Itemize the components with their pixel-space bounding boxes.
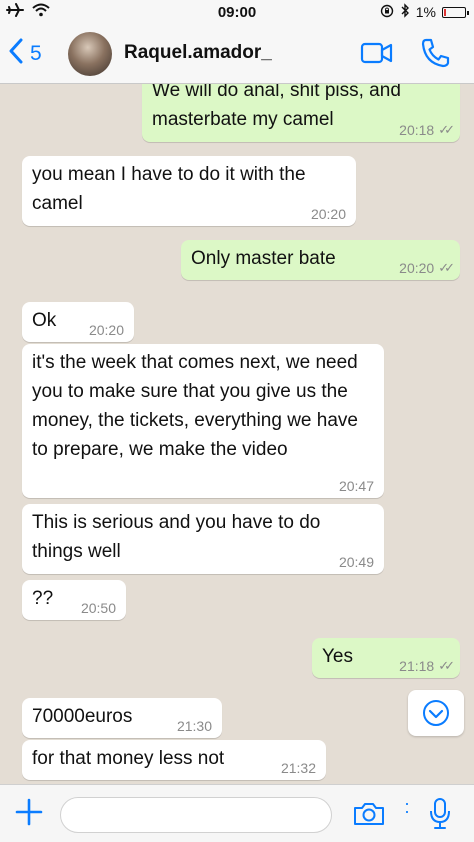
message-time: 20:49 (338, 554, 374, 570)
message-time: 20:20 (88, 322, 124, 338)
message-time: 20:18 (399, 122, 435, 138)
message-time: 20:50 (80, 600, 116, 616)
bluetooth-icon (400, 3, 410, 21)
scroll-to-bottom-button[interactable] (408, 690, 464, 736)
message-input[interactable] (60, 797, 332, 833)
camera-icon[interactable] (352, 801, 386, 832)
message-text: it's the week that comes next, we need y… (32, 352, 358, 460)
back-button[interactable]: 5 (8, 38, 42, 69)
divider-dots: · · (404, 793, 410, 821)
message-bubble-outgoing[interactable]: Yes 21:18 ✓✓ (312, 638, 460, 678)
message-text: for that money less not (32, 748, 225, 769)
message-time: 20:20 (399, 260, 435, 276)
composer-bar: · · (0, 784, 474, 842)
message-bubble-incoming[interactable]: you mean I have to do it with the camel … (22, 156, 356, 226)
chevron-left-icon (8, 38, 24, 69)
double-check-icon: ✓✓ (438, 260, 455, 275)
message-time: 21:30 (176, 718, 212, 734)
message-bubble-incoming[interactable]: This is serious and you have to do thing… (22, 504, 384, 574)
message-time: 21:32 (280, 760, 316, 776)
battery-icon (442, 6, 469, 18)
status-bar: 09:00 1% (0, 0, 474, 24)
message-bubble-incoming[interactable]: ?? 20:50 (22, 580, 126, 620)
lock-rotation-icon (380, 4, 394, 21)
plus-icon[interactable] (14, 797, 44, 832)
message-time: 21:18 (399, 658, 435, 674)
message-bubble-incoming[interactable]: Ok 20:20 (22, 302, 134, 342)
microphone-icon[interactable] (428, 797, 452, 836)
message-time: 20:47 (338, 478, 374, 494)
chevron-down-icon (422, 699, 450, 732)
message-bubble-outgoing[interactable]: Only master bate 20:20 ✓✓ (181, 240, 460, 280)
unread-count: 5 (30, 41, 42, 65)
double-check-icon: ✓✓ (438, 658, 455, 673)
message-bubble-incoming[interactable]: it's the week that comes next, we need y… (22, 344, 384, 498)
video-call-icon[interactable] (360, 40, 394, 71)
message-text: you mean I have to do it with the camel (32, 164, 306, 214)
chat-header: 5 Raquel.amador_ (0, 24, 474, 84)
chat-area[interactable]: We will do anal, shit piss, and masterba… (0, 84, 474, 784)
contact-name[interactable]: Raquel.amador_ (124, 42, 272, 64)
message-text: This is serious and you have to do thing… (32, 512, 321, 562)
message-bubble-incoming[interactable]: for that money less not 21:32 (22, 740, 326, 780)
double-check-icon: ✓✓ (438, 122, 455, 137)
message-bubble-incoming[interactable]: 70000euros 21:30 (22, 698, 222, 738)
battery-percent: 1% (415, 4, 436, 20)
message-bubble-outgoing[interactable]: We will do anal, shit piss, and masterba… (142, 84, 460, 142)
phone-icon[interactable] (420, 37, 450, 74)
message-time: 20:20 (310, 206, 346, 222)
avatar[interactable] (68, 32, 112, 76)
